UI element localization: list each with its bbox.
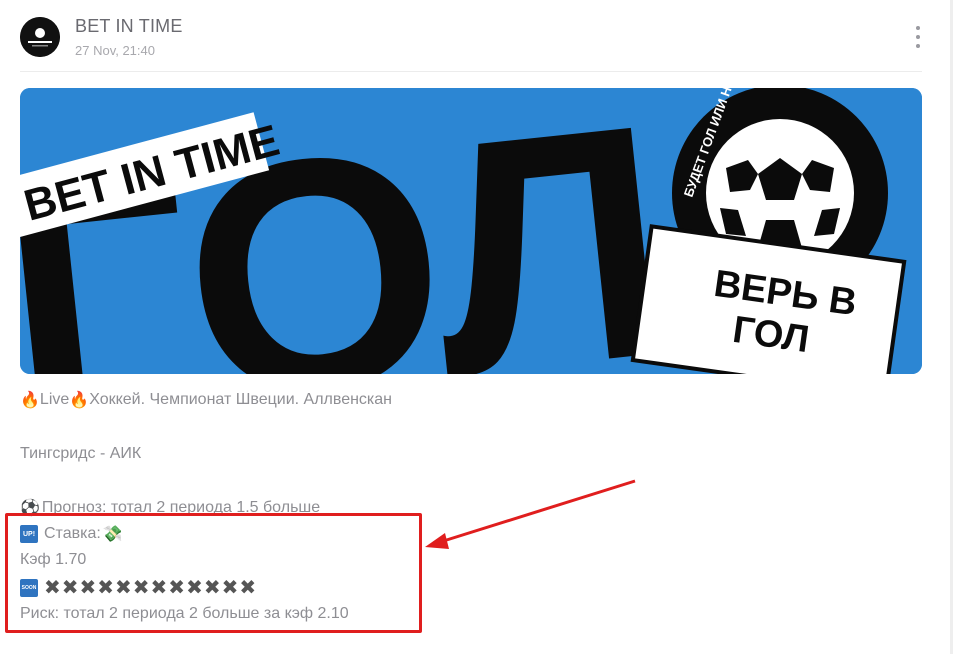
page-right-border (950, 0, 953, 654)
live-label: Live (39, 391, 70, 408)
dot-icon (916, 44, 920, 48)
avatar-logo-icon (20, 17, 60, 57)
fire-icon: 🔥 (69, 392, 90, 409)
more-options-button[interactable] (910, 26, 926, 48)
post-image-banner[interactable]: ГОЛ? BET IN TIME БУДЕТ ГОЛ ИЛИ НЕТ, ТОПИ… (20, 88, 922, 374)
header-divider (20, 71, 922, 72)
post-line-match: Тингсридс - АИК (20, 445, 142, 462)
post-line-league: 🔥 Live 🔥 Хоккей. Чемпионат Швеции. Аллве… (20, 390, 392, 410)
banner-artwork: ГОЛ? BET IN TIME БУДЕТ ГОЛ ИЛИ НЕТ, ТОПИ… (20, 88, 922, 374)
post-timestamp: 27 Nov, 21:40 (75, 43, 155, 58)
dot-icon (916, 35, 920, 39)
channel-avatar[interactable] (20, 17, 60, 57)
fire-icon: 🔥 (20, 392, 40, 409)
annotation-highlight-box (5, 513, 422, 633)
annotation-arrow-icon (425, 479, 636, 549)
league-text: Хоккей. Чемпионат Швеции. Аллвенскан (89, 391, 393, 408)
dot-icon (916, 26, 920, 30)
channel-name[interactable]: BET IN TIME (75, 16, 183, 37)
